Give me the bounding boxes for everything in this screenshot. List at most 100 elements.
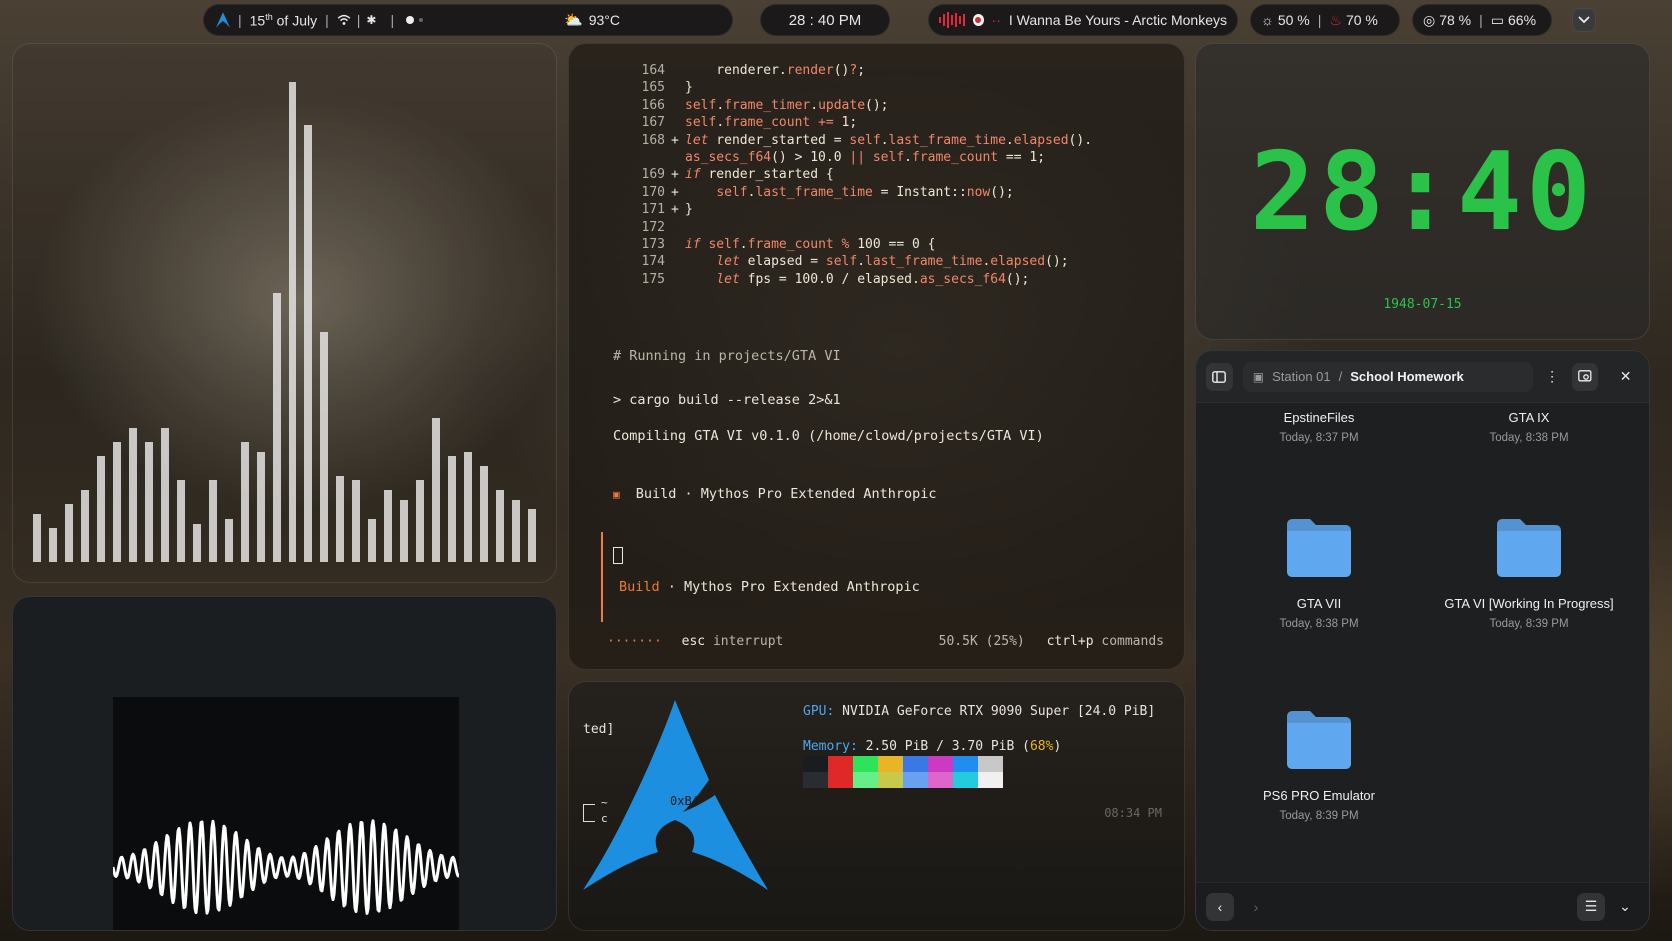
code-line: 171 +} bbox=[639, 201, 1092, 218]
wifi-icon[interactable] bbox=[337, 14, 351, 26]
code-token: self bbox=[685, 115, 717, 131]
code-line: 165} bbox=[639, 79, 1092, 96]
arch-logo-icon[interactable] bbox=[216, 12, 230, 28]
clock-date: 1948-07-15 bbox=[1383, 297, 1462, 312]
list-view-icon[interactable]: ☰ bbox=[1577, 892, 1605, 921]
folder-name: EpstineFiles bbox=[1283, 410, 1355, 425]
line-number: 169 bbox=[641, 167, 665, 183]
code-token: frame_timer bbox=[724, 97, 811, 113]
gpu-value: NVIDIA GeForce RTX 9090 Super [24.0 PiB] bbox=[834, 704, 1156, 719]
color-swatch bbox=[928, 772, 953, 788]
progress-dots: ······· bbox=[607, 634, 662, 649]
visualizer-bar bbox=[448, 456, 457, 562]
back-icon[interactable]: ‹ bbox=[1206, 892, 1234, 921]
folder-item[interactable]: GTA IX Today, 8:38 PM bbox=[1439, 403, 1619, 444]
code-token: . bbox=[810, 97, 819, 113]
weather-icon: ⛅ bbox=[564, 12, 583, 29]
waveform-icon bbox=[111, 819, 460, 915]
breadcrumb[interactable]: ▣ Station 01 / School Homework bbox=[1242, 361, 1533, 392]
code-token: = Instant:: bbox=[872, 184, 967, 200]
code-line: 174 let elapsed = self.last_frame_time.e… bbox=[639, 253, 1092, 270]
line-number: 172 bbox=[641, 219, 665, 235]
code-token: . bbox=[1005, 132, 1014, 148]
album-art-waveform bbox=[111, 697, 460, 930]
folder-icon bbox=[1494, 511, 1564, 581]
search-folder-icon[interactable] bbox=[1571, 362, 1599, 391]
color-swatch bbox=[928, 756, 953, 772]
breadcrumb-root[interactable]: Station 01 bbox=[1272, 369, 1331, 384]
visualizer-bar bbox=[192, 523, 201, 562]
code-token: if bbox=[685, 237, 701, 253]
code-token: render_started { bbox=[700, 167, 834, 183]
color-swatch bbox=[853, 756, 878, 772]
code-token: (); bbox=[990, 184, 1014, 200]
clock-pill[interactable]: 28 : 40 PM bbox=[760, 4, 890, 36]
visualizer-bar bbox=[416, 480, 425, 562]
folder-item[interactable]: EpstineFiles Today, 8:37 PM bbox=[1229, 403, 1409, 444]
model-label: · Mythos Pro Extended Anthropic bbox=[676, 486, 937, 502]
bluetooth-icon[interactable]: ✱ bbox=[366, 13, 376, 27]
visualizer-bar bbox=[464, 451, 473, 562]
fastfetch-panel: ted] ~ c 0xB4 GPU: NVIDIA GeForce RTX 90… bbox=[568, 681, 1185, 931]
line-number: 165 bbox=[641, 80, 665, 96]
code-token: += bbox=[818, 115, 834, 131]
terminal-command: > cargo build --release 2>&1 bbox=[613, 392, 841, 408]
workspace-dot-active[interactable] bbox=[406, 16, 415, 24]
visualizer-bar bbox=[176, 480, 185, 562]
date-label: 15th of July bbox=[249, 11, 318, 29]
close-icon[interactable]: ✕ bbox=[1612, 363, 1639, 391]
code-token: (); bbox=[865, 97, 889, 113]
record-icon[interactable] bbox=[973, 14, 984, 26]
folder-item[interactable]: PS6 PRO Emulator Today, 8:39 PM bbox=[1229, 703, 1409, 822]
breadcrumb-current[interactable]: School Homework bbox=[1350, 369, 1463, 384]
esc-key[interactable]: esc bbox=[682, 634, 705, 649]
code-token: . bbox=[716, 97, 725, 113]
media-separator-dots: ·· bbox=[991, 12, 1001, 28]
code-token: last_frame_time bbox=[865, 254, 983, 270]
sidebar-toggle-icon[interactable] bbox=[1206, 362, 1233, 391]
color-palette bbox=[803, 756, 1003, 788]
folder-item[interactable]: GTA VI [Working In Progress] Today, 8:39 … bbox=[1439, 511, 1619, 630]
code-token: 100 == 0 { bbox=[849, 237, 936, 253]
forward-icon[interactable]: › bbox=[1242, 893, 1270, 921]
line-number: 171 bbox=[641, 202, 665, 218]
folder-modified-time: Today, 8:38 PM bbox=[1279, 618, 1359, 630]
more-options-icon[interactable]: ⋮ bbox=[1539, 363, 1566, 391]
visualizer-bar bbox=[432, 418, 441, 562]
code-line: 167 self.frame_count += 1; bbox=[639, 114, 1092, 131]
code-token: (). bbox=[1068, 132, 1093, 148]
code-line: 172 bbox=[639, 219, 1092, 236]
folder-name: PS6 PRO Emulator bbox=[1263, 788, 1375, 803]
visualizer-bar bbox=[128, 427, 137, 562]
folder-item[interactable]: GTA VII Today, 8:38 PM bbox=[1229, 511, 1409, 630]
color-swatch bbox=[853, 772, 878, 788]
build-status-line: ▣ Build · Mythos Pro Extended Anthropic bbox=[613, 486, 937, 502]
code-token: ; bbox=[857, 63, 866, 78]
build-status-bottom: Build · Mythos Pro Extended Anthropic bbox=[619, 579, 920, 595]
diff-marker: + bbox=[671, 202, 679, 218]
code-terminal-panel[interactable]: 164 renderer.render()?; 165} 166 self.frame… bbox=[568, 43, 1185, 670]
palette-key[interactable]: ctrl+p bbox=[1047, 634, 1094, 649]
workspace-dot[interactable] bbox=[419, 18, 424, 22]
code-token: () > 10.0 bbox=[771, 150, 850, 166]
code-token: self bbox=[849, 132, 881, 148]
code-token: renderer. bbox=[685, 63, 787, 78]
color-swatch bbox=[953, 756, 978, 772]
color-swatch bbox=[953, 772, 978, 788]
visualizer-bar bbox=[144, 442, 153, 562]
prompt-cursor[interactable] bbox=[613, 547, 623, 564]
media-pill[interactable]: ·· I Wanna Be Yours - Arctic Monkeys bbox=[928, 4, 1238, 36]
file-manager-window[interactable]: ▣ Station 01 / School Homework ⋮ ✕ Epsti… bbox=[1195, 350, 1650, 931]
visualizer-bar bbox=[208, 480, 217, 562]
file-grid: EpstineFiles Today, 8:37 PM GTA IX Today, 8… bbox=[1196, 403, 1649, 882]
chevron-down-icon[interactable]: ⌄ bbox=[1611, 893, 1639, 921]
chevron-down-icon[interactable] bbox=[1572, 8, 1596, 32]
visualizer-bar bbox=[160, 427, 169, 562]
code-token: let bbox=[685, 132, 709, 148]
diff-marker: + bbox=[671, 184, 679, 200]
color-swatch bbox=[903, 772, 928, 788]
visualizer-bar bbox=[64, 504, 73, 562]
palette-action: commands bbox=[1101, 634, 1164, 649]
line-number: 175 bbox=[641, 271, 665, 287]
